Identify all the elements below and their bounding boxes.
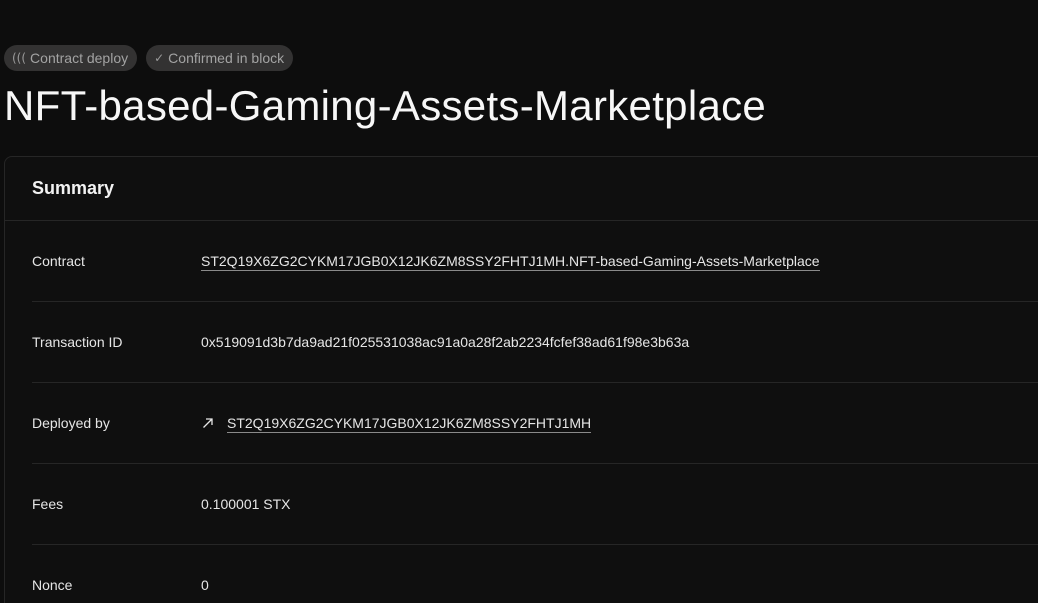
transaction-id-label: Transaction ID	[32, 334, 123, 350]
contract-icon: (((	[12, 51, 27, 65]
page-title: NFT-based-Gaming-Assets-Marketplace	[4, 82, 767, 129]
confirmed-badge: ✓ Confirmed in block	[146, 45, 294, 71]
contract-deploy-label: Contract deploy	[30, 50, 129, 66]
nonce-row: Nonce 0	[32, 545, 1038, 603]
contract-label: Contract	[32, 253, 85, 269]
status-badges: ((( Contract deploy ✓ Confirmed in block	[4, 45, 294, 71]
page: ((( Contract deploy ✓ Confirmed in block…	[0, 0, 1038, 603]
deployer-address-link[interactable]: ST2Q19X6ZG2CYKM17JGB0X12JK6ZM8SSY2FHTJ1M…	[227, 415, 592, 433]
arrow-up-right-icon	[203, 418, 213, 428]
summary-card: Summary Contract ST2Q19X6ZG2CYKM17JGB0X1…	[4, 156, 1038, 603]
fees-label: Fees	[32, 496, 64, 512]
transaction-id-row: Transaction ID 0x519091d3b7da9ad21f02553…	[32, 302, 1038, 383]
confirmed-label: Confirmed in block	[168, 50, 285, 66]
summary-header: Summary	[5, 157, 1038, 221]
deployed-by-label: Deployed by	[32, 415, 110, 431]
nonce-label: Nonce	[32, 577, 73, 593]
transaction-id-value: 0x519091d3b7da9ad21f025531038ac91a0a28f2…	[201, 334, 690, 350]
deployed-by-value: ST2Q19X6ZG2CYKM17JGB0X12JK6ZM8SSY2FHTJ1M…	[201, 383, 592, 463]
contract-value: ST2Q19X6ZG2CYKM17JGB0X12JK6ZM8SSY2FHTJ1M…	[201, 221, 820, 301]
contract-row: Contract ST2Q19X6ZG2CYKM17JGB0X12JK6ZM8S…	[32, 221, 1038, 302]
contract-deploy-badge: ((( Contract deploy	[4, 45, 138, 71]
contract-link[interactable]: ST2Q19X6ZG2CYKM17JGB0X12JK6ZM8SSY2FHTJ1M…	[201, 253, 820, 271]
fees-value: 0.100001 STX	[201, 496, 291, 512]
check-icon: ✓	[154, 51, 165, 65]
deployed-by-row: Deployed by ST2Q19X6ZG2CYKM17JGB0X12JK6Z…	[32, 383, 1038, 464]
fees-row: Fees 0.100001 STX	[32, 464, 1038, 545]
nonce-value: 0	[201, 577, 209, 593]
summary-title: Summary	[32, 178, 115, 198]
